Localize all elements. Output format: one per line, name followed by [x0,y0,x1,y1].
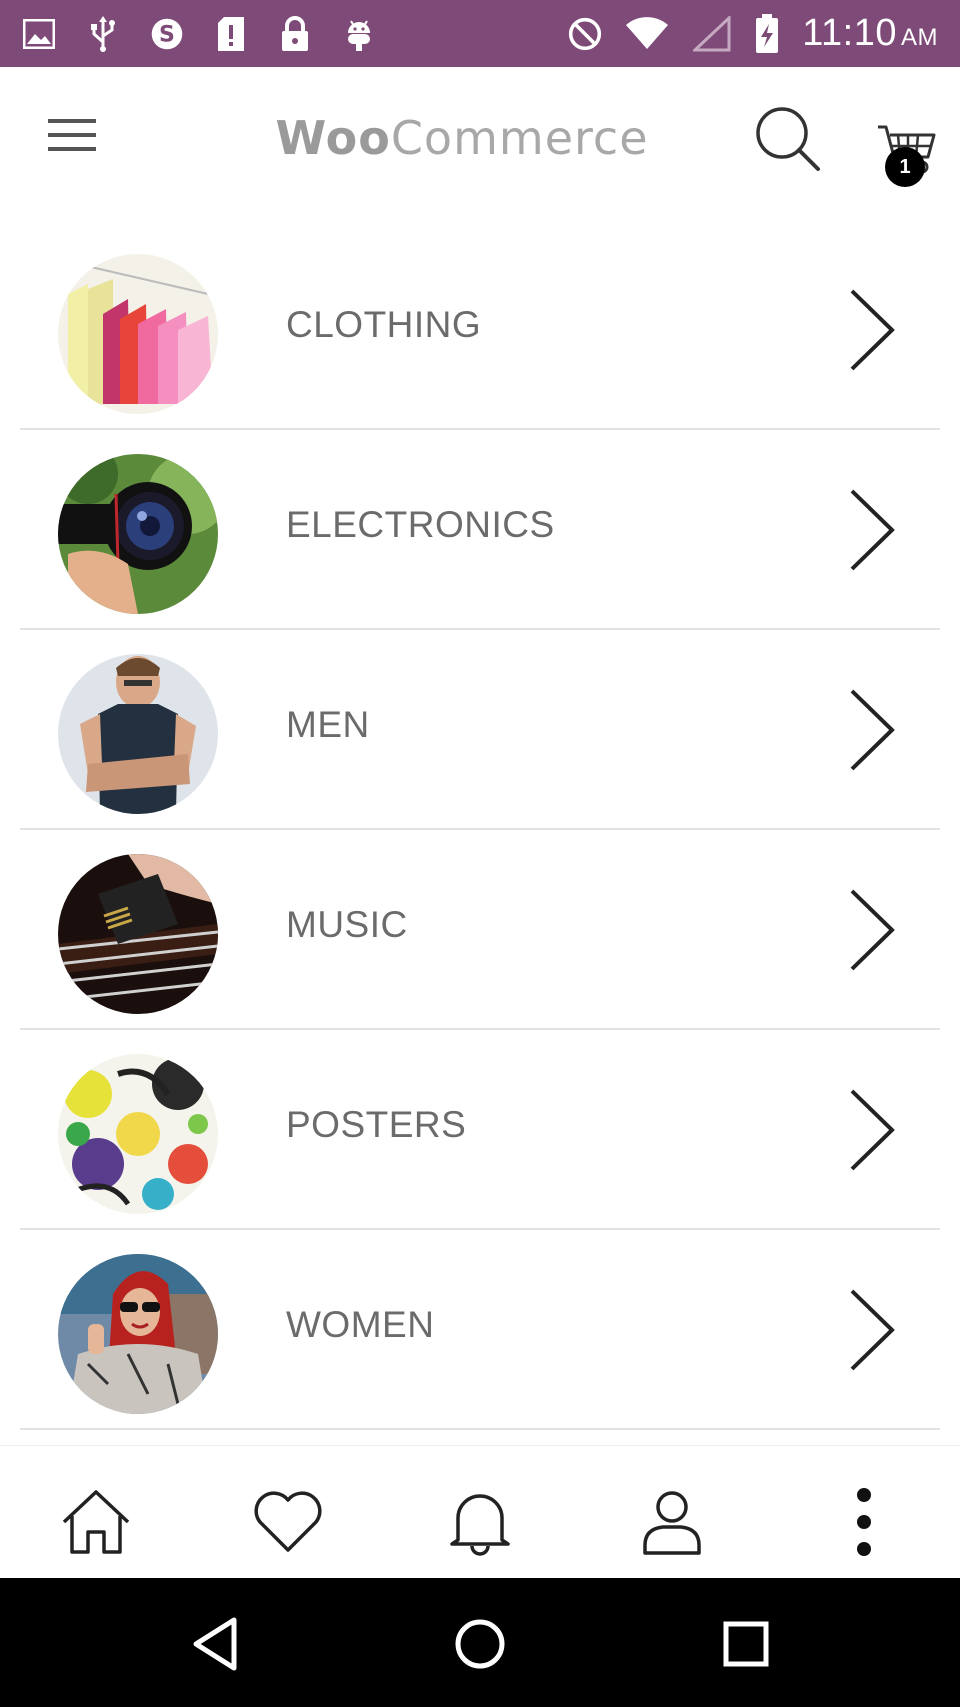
more-vertical-icon [857,1488,871,1556]
wifi-icon [624,16,670,51]
home-icon [62,1490,130,1554]
heart-icon [254,1491,322,1552]
skype-icon: S [150,17,184,51]
svg-text:S: S [159,21,175,47]
back-icon [193,1617,237,1671]
posters-thumbnail [58,1054,218,1214]
logo-woo-text: Woo [275,111,391,165]
hamburger-icon [48,119,96,151]
category-label: MEN [286,704,370,745]
lock-icon [278,15,312,51]
chevron-right-icon [850,289,895,371]
category-list: CLOTHING ELECTRONICS MEN MUSIC POSTERS W… [0,230,960,1430]
nav-more-button[interactable] [826,1484,902,1560]
status-left-icons: S [22,15,376,52]
status-bar: S 11:10 AM [0,0,960,67]
category-label: ELECTRONICS [286,504,555,545]
music-thumbnail [58,854,218,1014]
bell-icon [450,1494,510,1556]
hamburger-menu-button[interactable] [44,115,104,159]
system-navigation-bar [0,1578,960,1707]
user-icon [643,1491,701,1555]
category-row-women[interactable]: WOMEN [20,1230,940,1430]
chevron-right-icon [850,1089,895,1171]
status-right-icons: 11:10 AM [568,12,938,55]
usb-icon [86,15,120,52]
sd-card-icon [214,16,248,51]
chevron-right-icon [850,689,895,771]
category-row-clothing[interactable]: CLOTHING [20,230,940,430]
nav-home-button[interactable] [58,1484,134,1560]
category-row-music[interactable]: MUSIC [20,830,940,1030]
recents-icon [723,1621,769,1667]
nav-account-button[interactable] [634,1484,710,1560]
category-row-posters[interactable]: POSTERS [20,1030,940,1230]
gallery-icon [22,17,56,51]
android-icon [342,17,376,51]
battery-charging-icon [754,13,780,53]
chevron-right-icon [850,889,895,971]
nav-notifications-button[interactable] [442,1484,518,1560]
category-label: CLOTHING [286,304,482,345]
cart-count-badge: 1 [885,147,925,187]
logo-commerce-text: Commerce [390,111,649,165]
category-row-electronics[interactable]: ELECTRONICS [20,430,940,630]
system-recents-button[interactable] [718,1616,774,1672]
category-row-men[interactable]: MEN [20,630,940,830]
home-circle-icon [455,1619,505,1669]
category-label: WOMEN [286,1304,435,1345]
search-button[interactable] [752,103,824,175]
do-not-disturb-icon [568,17,602,51]
system-home-button[interactable] [452,1616,508,1672]
chevron-right-icon [850,1289,895,1371]
category-label: MUSIC [286,904,408,945]
signal-icon [692,15,732,51]
nav-wishlist-button[interactable] [250,1484,326,1560]
category-label: POSTERS [286,1104,467,1145]
system-back-button[interactable] [188,1616,244,1672]
electronics-thumbnail [58,454,218,614]
app-header: Woo Commerce 1 [0,67,960,217]
men-thumbnail [58,654,218,814]
bottom-navigation [0,1445,960,1578]
status-clock: 11:10 AM [802,12,938,54]
chevron-right-icon [850,489,895,571]
search-icon [756,107,820,171]
women-thumbnail [58,1254,218,1414]
woocommerce-logo: Woo Commerce [262,105,662,171]
clothing-thumbnail [58,254,218,414]
